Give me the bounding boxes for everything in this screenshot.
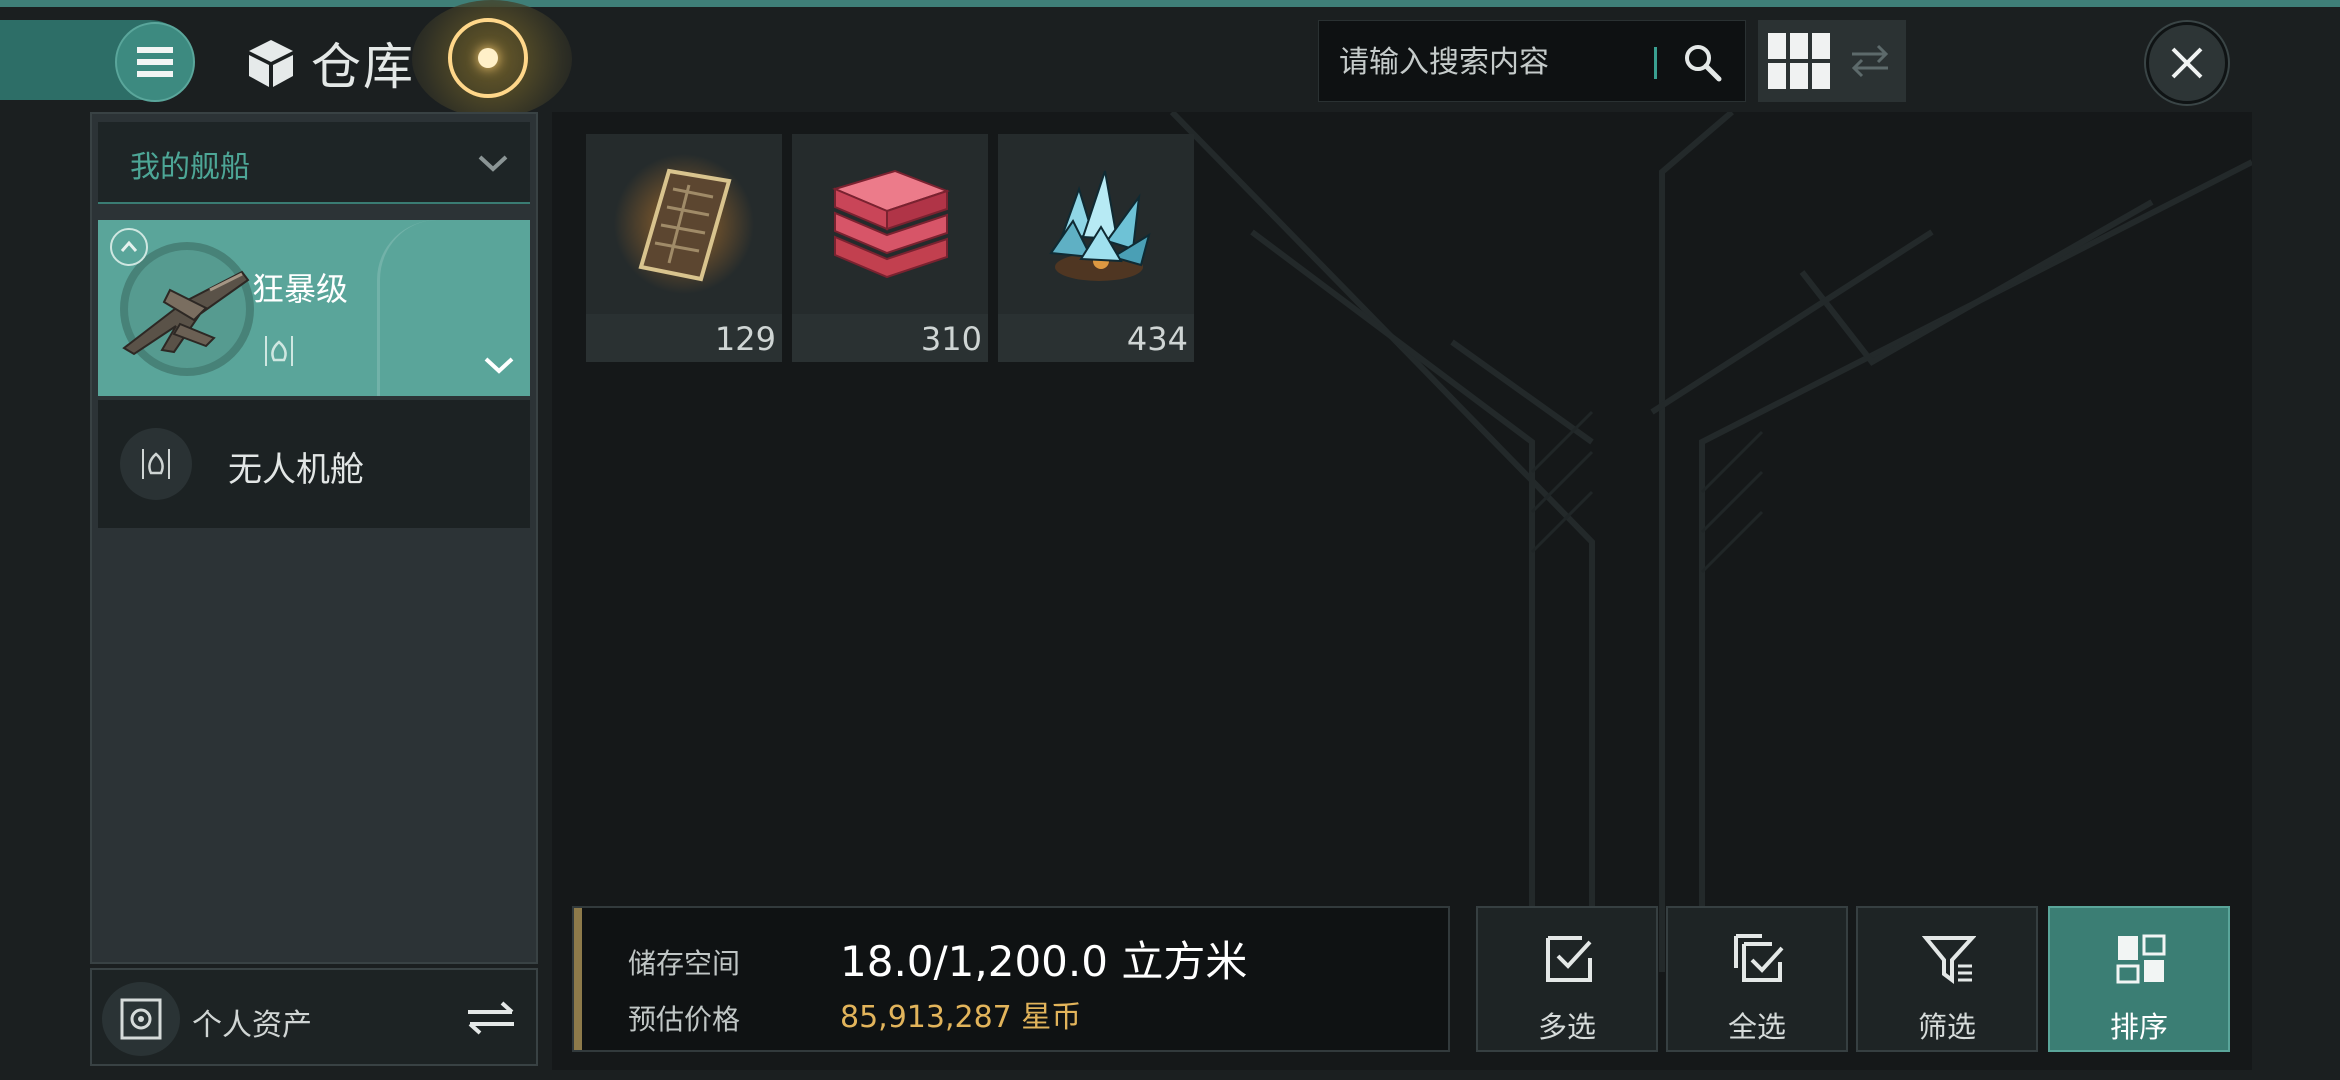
item-card[interactable]: 434 (998, 134, 1194, 362)
grid-view-icon[interactable] (1768, 33, 1830, 89)
ship-icon (122, 270, 250, 356)
close-icon (2171, 47, 2203, 79)
select-all-label: 全选 (1727, 1010, 1786, 1044)
item-count: 129 (714, 320, 776, 358)
storage-value: 18.0/1,200.0 立方米 (840, 937, 1248, 986)
red-ingot-stack-icon (792, 134, 988, 314)
dropdown-label: 我的舰船 (130, 150, 250, 185)
ship-filter-dropdown[interactable]: 我的舰船 (98, 122, 530, 204)
sort-button[interactable]: 排序 (2048, 906, 2230, 1052)
select-all-button[interactable]: 全选 (1666, 906, 1848, 1052)
search-box (1318, 20, 1746, 103)
drone-bay-label: 无人机舱 (228, 450, 364, 490)
sort-label: 排序 (2109, 1010, 2168, 1044)
hamburger-icon (137, 47, 173, 77)
filter-icon (1922, 936, 1976, 984)
page-title: 仓库 (311, 38, 415, 96)
sort-icon (2116, 934, 2166, 984)
target-ring-icon (448, 18, 528, 98)
item-card[interactable]: 129 (586, 134, 782, 362)
filter-button[interactable]: 筛选 (1856, 906, 2038, 1052)
scanner-button[interactable] (412, 0, 572, 118)
search-input[interactable] (1337, 21, 1641, 103)
storage-info-panel: 储存空间 18.0/1,200.0 立方米 预估价格 85,913,287 星币 (572, 906, 1450, 1052)
price-label: 预估价格 (628, 1003, 741, 1036)
filter-label: 筛选 (1917, 1010, 1976, 1044)
storage-label: 储存空间 (628, 947, 741, 980)
item-count: 310 (920, 320, 982, 358)
swap-icon[interactable] (464, 998, 518, 1038)
swap-view-icon[interactable] (1848, 39, 1892, 83)
ship-name: 狂暴级 (252, 270, 349, 308)
safe-icon (102, 982, 180, 1056)
search-icon[interactable] (1681, 41, 1725, 85)
blueprint-scroll-icon (586, 134, 782, 314)
page-header: 仓库 (245, 28, 415, 98)
personal-assets-bar[interactable]: 个人资产 (90, 968, 538, 1066)
cube-icon (249, 40, 293, 87)
view-toggle[interactable] (1758, 20, 1906, 102)
price-value: 85,913,287 星币 (840, 1000, 1082, 1035)
drone-bay-icon (265, 336, 293, 366)
multi-select-label: 多选 (1537, 1010, 1596, 1044)
blue-crystal-ore-icon (998, 134, 1194, 314)
item-card[interactable]: 310 (792, 134, 988, 362)
chevron-down-icon (478, 155, 508, 172)
checkbox-icon (1546, 936, 1592, 982)
chevron-down-icon[interactable] (482, 348, 516, 382)
top-accent-bar (0, 0, 2340, 7)
close-button[interactable] (2146, 22, 2228, 104)
multi-select-button[interactable]: 多选 (1476, 906, 1658, 1052)
ship-list-panel: 我的舰船 狂暴级 无人机舱 (90, 112, 538, 964)
ship-item-rampage[interactable]: 狂暴级 (98, 220, 530, 396)
item-count: 434 (1126, 320, 1188, 358)
menu-button[interactable] (115, 22, 195, 102)
drone-bay-item[interactable]: 无人机舱 (98, 400, 530, 528)
search-caret (1654, 47, 1657, 79)
drone-bay-icon (120, 428, 192, 500)
select-all-icon (1734, 934, 1784, 982)
personal-assets-label: 个人资产 (192, 1008, 312, 1043)
